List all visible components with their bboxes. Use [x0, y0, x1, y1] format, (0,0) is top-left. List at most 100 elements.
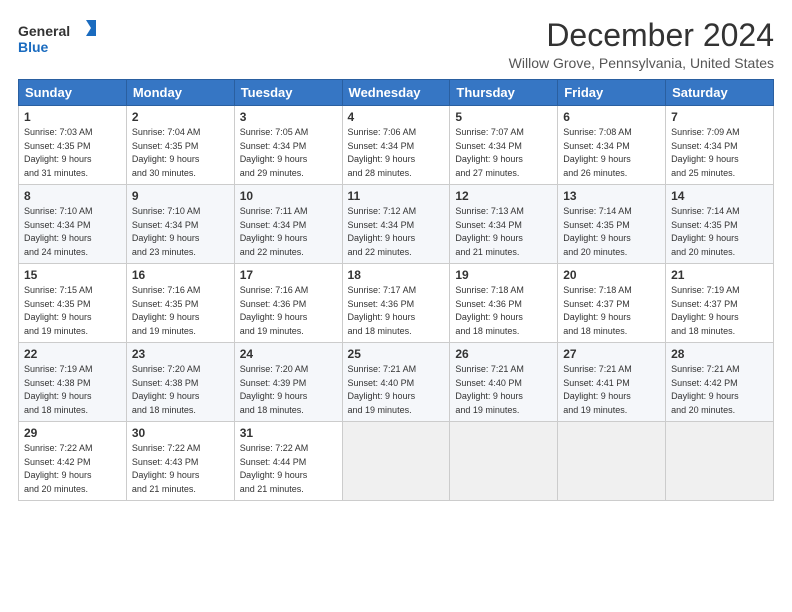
- table-row: 29 Sunrise: 7:22 AMSunset: 4:42 PMDayligh…: [19, 422, 127, 501]
- month-title: December 2024: [509, 18, 774, 53]
- day-number: 7: [671, 110, 768, 124]
- day-number: 13: [563, 189, 660, 203]
- table-row: 27 Sunrise: 7:21 AMSunset: 4:41 PMDayligh…: [558, 343, 666, 422]
- day-number: 4: [348, 110, 445, 124]
- col-monday: Monday: [126, 80, 234, 106]
- day-info: Sunrise: 7:22 AMSunset: 4:43 PMDaylight:…: [132, 443, 201, 494]
- day-number: 8: [24, 189, 121, 203]
- day-info: Sunrise: 7:14 AMSunset: 4:35 PMDaylight:…: [563, 206, 632, 257]
- day-info: Sunrise: 7:13 AMSunset: 4:34 PMDaylight:…: [455, 206, 524, 257]
- day-info: Sunrise: 7:06 AMSunset: 4:34 PMDaylight:…: [348, 127, 417, 178]
- day-number: 9: [132, 189, 229, 203]
- table-row: 26Sunrise: 7:21 AMSunset: 4:40 PMDayligh…: [450, 343, 558, 422]
- table-row: 28Sunrise: 7:21 AMSunset: 4:42 PMDayligh…: [666, 343, 774, 422]
- day-number: 27: [563, 347, 660, 361]
- table-row: 13 Sunrise: 7:14 AMSunset: 4:35 PMDayligh…: [558, 185, 666, 264]
- day-info: Sunrise: 7:12 AMSunset: 4:34 PMDaylight:…: [348, 206, 417, 257]
- col-friday: Friday: [558, 80, 666, 106]
- table-row: 22 Sunrise: 7:19 AMSunset: 4:38 PMDayligh…: [19, 343, 127, 422]
- col-sunday: Sunday: [19, 80, 127, 106]
- day-info: Sunrise: 7:18 AMSunset: 4:37 PMDaylight:…: [563, 285, 632, 336]
- table-row: 25 Sunrise: 7:21 AMSunset: 4:40 PMDayligh…: [342, 343, 450, 422]
- logo: General Blue: [18, 18, 98, 58]
- table-row: 17 Sunrise: 7:16 AMSunset: 4:36 PMDayligh…: [234, 264, 342, 343]
- day-info: Sunrise: 7:07 AMSunset: 4:34 PMDaylight:…: [455, 127, 524, 178]
- day-info: Sunrise: 7:05 AMSunset: 4:34 PMDaylight:…: [240, 127, 309, 178]
- day-number: 6: [563, 110, 660, 124]
- table-row: 16 Sunrise: 7:16 AMSunset: 4:35 PMDayligh…: [126, 264, 234, 343]
- table-row: 10 Sunrise: 7:11 AMSunset: 4:34 PMDayligh…: [234, 185, 342, 264]
- day-number: 16: [132, 268, 229, 282]
- col-saturday: Saturday: [666, 80, 774, 106]
- day-info: Sunrise: 7:20 AMSunset: 4:39 PMDaylight:…: [240, 364, 309, 415]
- day-info: Sunrise: 7:21 AMSunset: 4:42 PMDaylight:…: [671, 364, 740, 415]
- day-info: Sunrise: 7:20 AMSunset: 4:38 PMDaylight:…: [132, 364, 201, 415]
- day-number: 25: [348, 347, 445, 361]
- table-row: 23 Sunrise: 7:20 AMSunset: 4:38 PMDayligh…: [126, 343, 234, 422]
- table-row: 30 Sunrise: 7:22 AMSunset: 4:43 PMDayligh…: [126, 422, 234, 501]
- day-info: Sunrise: 7:10 AMSunset: 4:34 PMDaylight:…: [24, 206, 93, 257]
- day-number: 5: [455, 110, 552, 124]
- calendar-page: General Blue December 2024 Willow Grove,…: [0, 0, 792, 612]
- day-number: 21: [671, 268, 768, 282]
- col-thursday: Thursday: [450, 80, 558, 106]
- day-info: Sunrise: 7:04 AMSunset: 4:35 PMDaylight:…: [132, 127, 201, 178]
- table-row: [450, 422, 558, 501]
- day-number: 1: [24, 110, 121, 124]
- day-number: 10: [240, 189, 337, 203]
- day-info: Sunrise: 7:19 AMSunset: 4:37 PMDaylight:…: [671, 285, 740, 336]
- day-info: Sunrise: 7:10 AMSunset: 4:34 PMDaylight:…: [132, 206, 201, 257]
- day-number: 30: [132, 426, 229, 440]
- table-row: [342, 422, 450, 501]
- day-number: 24: [240, 347, 337, 361]
- table-row: 15 Sunrise: 7:15 AMSunset: 4:35 PMDayligh…: [19, 264, 127, 343]
- table-row: 7 Sunrise: 7:09 AMSunset: 4:34 PMDaylight…: [666, 106, 774, 185]
- table-row: 4 Sunrise: 7:06 AMSunset: 4:34 PMDaylight…: [342, 106, 450, 185]
- day-info: Sunrise: 7:22 AMSunset: 4:42 PMDaylight:…: [24, 443, 93, 494]
- table-row: 18Sunrise: 7:17 AMSunset: 4:36 PMDayligh…: [342, 264, 450, 343]
- table-row: 14Sunrise: 7:14 AMSunset: 4:35 PMDayligh…: [666, 185, 774, 264]
- table-row: 3 Sunrise: 7:05 AMSunset: 4:34 PMDaylight…: [234, 106, 342, 185]
- day-info: Sunrise: 7:22 AMSunset: 4:44 PMDaylight:…: [240, 443, 309, 494]
- day-info: Sunrise: 7:03 AMSunset: 4:35 PMDaylight:…: [24, 127, 93, 178]
- day-number: 26: [455, 347, 552, 361]
- table-row: 20 Sunrise: 7:18 AMSunset: 4:37 PMDayligh…: [558, 264, 666, 343]
- day-number: 2: [132, 110, 229, 124]
- table-row: 9 Sunrise: 7:10 AMSunset: 4:34 PMDaylight…: [126, 185, 234, 264]
- table-row: [666, 422, 774, 501]
- table-row: 1 Sunrise: 7:03 AMSunset: 4:35 PMDaylight…: [19, 106, 127, 185]
- day-info: Sunrise: 7:17 AMSunset: 4:36 PMDaylight:…: [348, 285, 417, 336]
- day-info: Sunrise: 7:16 AMSunset: 4:36 PMDaylight:…: [240, 285, 309, 336]
- table-row: 21 Sunrise: 7:19 AMSunset: 4:37 PMDayligh…: [666, 264, 774, 343]
- day-info: Sunrise: 7:16 AMSunset: 4:35 PMDaylight:…: [132, 285, 201, 336]
- day-info: Sunrise: 7:15 AMSunset: 4:35 PMDaylight:…: [24, 285, 93, 336]
- day-info: Sunrise: 7:21 AMSunset: 4:41 PMDaylight:…: [563, 364, 632, 415]
- day-number: 23: [132, 347, 229, 361]
- day-number: 29: [24, 426, 121, 440]
- table-row: 11Sunrise: 7:12 AMSunset: 4:34 PMDayligh…: [342, 185, 450, 264]
- page-header: General Blue December 2024 Willow Grove,…: [18, 18, 774, 71]
- title-block: December 2024 Willow Grove, Pennsylvania…: [509, 18, 774, 71]
- day-number: 19: [455, 268, 552, 282]
- svg-text:Blue: Blue: [18, 39, 49, 55]
- day-number: 20: [563, 268, 660, 282]
- day-number: 31: [240, 426, 337, 440]
- day-info: Sunrise: 7:14 AMSunset: 4:35 PMDaylight:…: [671, 206, 740, 257]
- table-row: 5 Sunrise: 7:07 AMSunset: 4:34 PMDaylight…: [450, 106, 558, 185]
- table-row: 6 Sunrise: 7:08 AMSunset: 4:34 PMDaylight…: [558, 106, 666, 185]
- col-tuesday: Tuesday: [234, 80, 342, 106]
- day-info: Sunrise: 7:11 AMSunset: 4:34 PMDaylight:…: [240, 206, 308, 257]
- table-row: 19Sunrise: 7:18 AMSunset: 4:36 PMDayligh…: [450, 264, 558, 343]
- day-number: 17: [240, 268, 337, 282]
- day-number: 22: [24, 347, 121, 361]
- day-info: Sunrise: 7:08 AMSunset: 4:34 PMDaylight:…: [563, 127, 632, 178]
- day-info: Sunrise: 7:19 AMSunset: 4:38 PMDaylight:…: [24, 364, 93, 415]
- day-number: 3: [240, 110, 337, 124]
- day-info: Sunrise: 7:21 AMSunset: 4:40 PMDaylight:…: [348, 364, 417, 415]
- table-row: 24 Sunrise: 7:20 AMSunset: 4:39 PMDayligh…: [234, 343, 342, 422]
- day-info: Sunrise: 7:09 AMSunset: 4:34 PMDaylight:…: [671, 127, 740, 178]
- table-row: [558, 422, 666, 501]
- table-row: 12Sunrise: 7:13 AMSunset: 4:34 PMDayligh…: [450, 185, 558, 264]
- day-number: 15: [24, 268, 121, 282]
- svg-text:General: General: [18, 23, 70, 39]
